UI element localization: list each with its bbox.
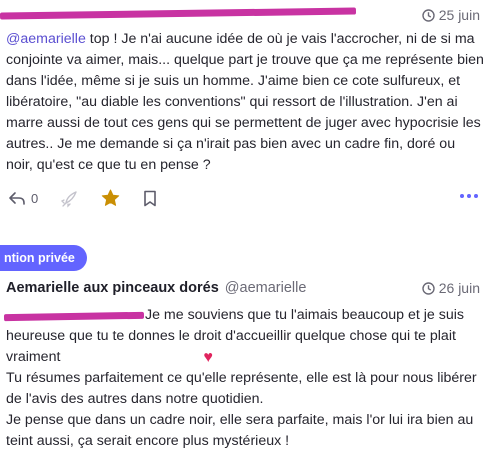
post-1-text: top ! Je n'ai aucune idée de où je vais … xyxy=(6,31,484,173)
reply-icon xyxy=(8,190,26,206)
private-mention-label: ntion privée xyxy=(4,251,75,265)
post-2-para-3: Je pense que dans un cadre noir, elle se… xyxy=(6,412,474,449)
post-2-author-handle: @aemarielle xyxy=(224,280,307,296)
post-1-action-bar: 0 xyxy=(0,186,490,212)
reply-button[interactable]: 0 xyxy=(8,190,38,206)
bookmark-icon xyxy=(143,190,157,207)
post-2-paragraph: Je me souviens que tu l'aimais beaucoup … xyxy=(6,305,484,368)
star-icon xyxy=(101,189,120,207)
boost-button[interactable] xyxy=(60,191,78,208)
post-2-timestamp[interactable]: 26 juin xyxy=(422,280,480,296)
post-2-para-2: Tu résumes parfaitement ce qu'elle repré… xyxy=(6,370,477,407)
rocket-icon xyxy=(60,191,78,208)
more-options-button[interactable] xyxy=(460,194,478,198)
more-dot-icon xyxy=(460,194,464,198)
post-1-timestamp[interactable]: 25 juin xyxy=(422,7,480,23)
post-2-content: Je me souviens que tu l'aimais beaucoup … xyxy=(6,305,484,452)
private-mention-badge: ntion privée xyxy=(0,245,87,271)
post-2-author[interactable]: Aemarielle aux pinceaux dorés @aemariell… xyxy=(6,280,306,296)
post-1-content: @aemarielle top ! Je n'ai aucune idée de… xyxy=(6,29,484,176)
redacted-author xyxy=(0,7,357,20)
clock-icon xyxy=(422,281,435,295)
post-1-mention[interactable]: @aemarielle xyxy=(6,31,86,47)
more-dot-icon xyxy=(467,194,471,198)
post-2-time: 26 juin xyxy=(438,280,480,296)
favourite-button[interactable] xyxy=(101,189,120,207)
post-2-author-name: Aemarielle aux pinceaux dorés xyxy=(6,280,219,296)
more-dot-icon xyxy=(474,194,478,198)
heart-icon: ♥ xyxy=(203,349,213,366)
status-post-1: 25 juin @aemarielle top ! Je n'ai aucune… xyxy=(0,0,490,230)
bookmark-button[interactable] xyxy=(143,190,157,207)
post-1-time: 25 juin xyxy=(438,7,480,23)
clock-icon xyxy=(422,8,435,22)
reply-count: 0 xyxy=(31,190,39,206)
